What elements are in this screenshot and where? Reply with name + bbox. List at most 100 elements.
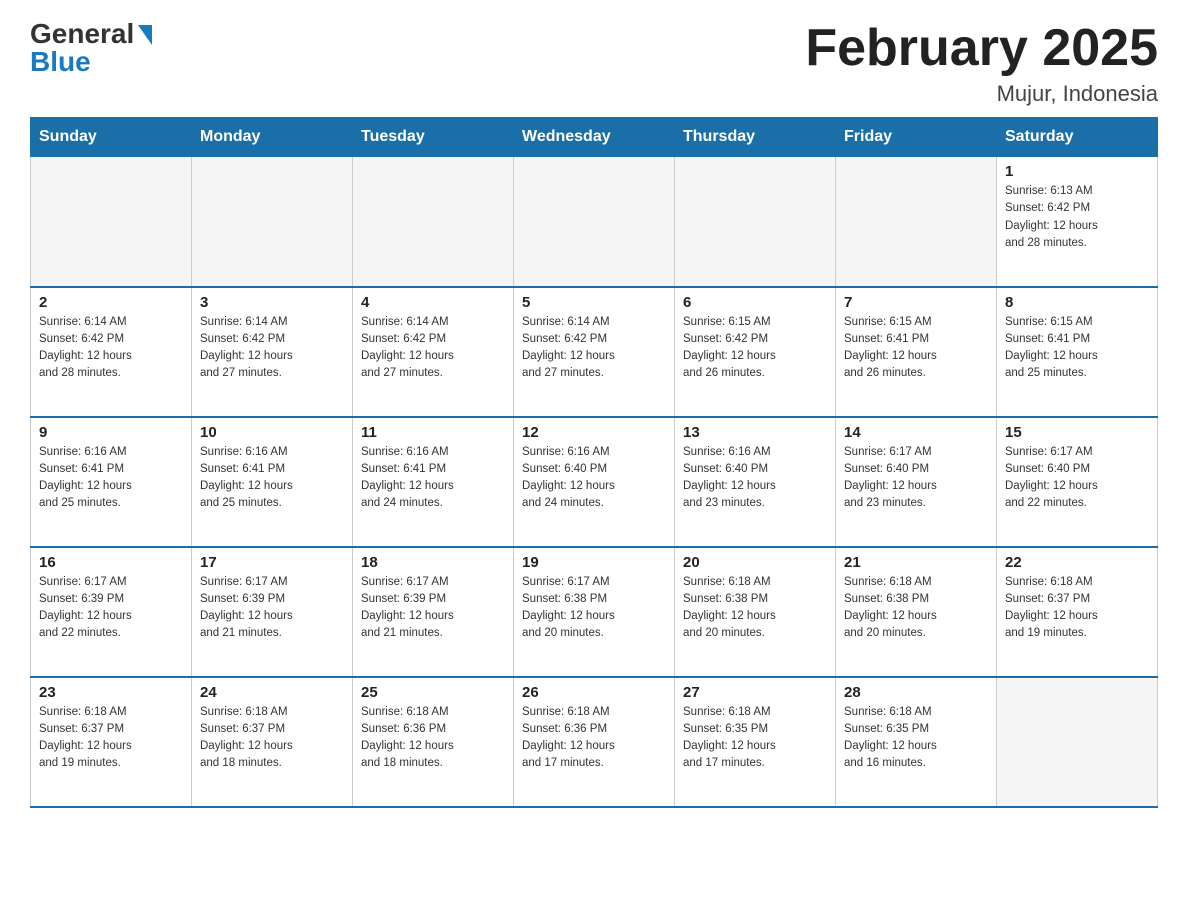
calendar-body: 1 Sunrise: 6:13 AMSunset: 6:42 PMDaylight… <box>31 157 1158 807</box>
calendar-cell: 17 Sunrise: 6:17 AMSunset: 6:39 PMDayligh… <box>192 547 353 677</box>
calendar-title: February 2025 <box>805 20 1158 77</box>
calendar-cell: 16 Sunrise: 6:17 AMSunset: 6:39 PMDayligh… <box>31 547 192 677</box>
calendar-cell <box>353 157 514 287</box>
day-info: Sunrise: 6:17 AMSunset: 6:39 PMDaylight:… <box>361 574 505 643</box>
day-number: 9 <box>39 424 183 441</box>
day-number: 17 <box>200 554 344 571</box>
logo-blue: Blue <box>30 48 91 76</box>
day-info: Sunrise: 6:14 AMSunset: 6:42 PMDaylight:… <box>39 314 183 383</box>
logo-general: General <box>30 20 134 48</box>
calendar-cell: 23Sunrise: 6:18 AMSunset: 6:37 PMDayligh… <box>31 677 192 807</box>
title-block: February 2025 Mujur, Indonesia <box>805 20 1158 107</box>
header-cell-sunday: Sunday <box>31 118 192 157</box>
day-info: Sunrise: 6:17 AMSunset: 6:40 PMDaylight:… <box>1005 444 1149 513</box>
day-info: Sunrise: 6:13 AMSunset: 6:42 PMDaylight:… <box>1005 183 1149 252</box>
day-number: 16 <box>39 554 183 571</box>
calendar-week-3: 9 Sunrise: 6:16 AMSunset: 6:41 PMDaylight… <box>31 417 1158 547</box>
logo: General Blue <box>30 20 152 76</box>
calendar-cell: 2 Sunrise: 6:14 AMSunset: 6:42 PMDaylight… <box>31 287 192 417</box>
day-info: Sunrise: 6:16 AMSunset: 6:41 PMDaylight:… <box>39 444 183 513</box>
day-number: 27 <box>683 684 827 701</box>
day-info: Sunrise: 6:18 AMSunset: 6:36 PMDaylight:… <box>522 704 666 773</box>
calendar-cell: 11Sunrise: 6:16 AMSunset: 6:41 PMDayligh… <box>353 417 514 547</box>
calendar-cell <box>836 157 997 287</box>
calendar-cell: 8 Sunrise: 6:15 AMSunset: 6:41 PMDaylight… <box>997 287 1158 417</box>
day-info: Sunrise: 6:14 AMSunset: 6:42 PMDaylight:… <box>522 314 666 383</box>
day-number: 2 <box>39 294 183 311</box>
calendar-location: Mujur, Indonesia <box>805 81 1158 107</box>
calendar-cell: 21 Sunrise: 6:18 AMSunset: 6:38 PMDayligh… <box>836 547 997 677</box>
calendar-week-1: 1 Sunrise: 6:13 AMSunset: 6:42 PMDaylight… <box>31 157 1158 287</box>
day-info: Sunrise: 6:18 AMSunset: 6:36 PMDaylight:… <box>361 704 505 773</box>
calendar-cell <box>514 157 675 287</box>
page-header: General Blue February 2025 Mujur, Indone… <box>30 20 1158 107</box>
calendar-cell: 15 Sunrise: 6:17 AMSunset: 6:40 PMDayligh… <box>997 417 1158 547</box>
day-info: Sunrise: 6:16 AMSunset: 6:41 PMDaylight:… <box>361 444 505 513</box>
calendar-cell: 24 Sunrise: 6:18 AMSunset: 6:37 PMDayligh… <box>192 677 353 807</box>
day-info: Sunrise: 6:18 AMSunset: 6:38 PMDaylight:… <box>683 574 827 643</box>
day-info: Sunrise: 6:18 AMSunset: 6:37 PMDaylight:… <box>1005 574 1149 643</box>
day-number: 13 <box>683 424 827 441</box>
calendar-cell: 1 Sunrise: 6:13 AMSunset: 6:42 PMDaylight… <box>997 157 1158 287</box>
calendar-week-2: 2 Sunrise: 6:14 AMSunset: 6:42 PMDaylight… <box>31 287 1158 417</box>
day-info: Sunrise: 6:17 AMSunset: 6:39 PMDaylight:… <box>200 574 344 643</box>
calendar-cell: 12Sunrise: 6:16 AMSunset: 6:40 PMDayligh… <box>514 417 675 547</box>
day-number: 25 <box>361 684 505 701</box>
day-info: Sunrise: 6:14 AMSunset: 6:42 PMDaylight:… <box>200 314 344 383</box>
header-row: SundayMondayTuesdayWednesdayThursdayFrid… <box>31 118 1158 157</box>
day-number: 7 <box>844 294 988 311</box>
calendar-table: SundayMondayTuesdayWednesdayThursdayFrid… <box>30 117 1158 808</box>
header-cell-friday: Friday <box>836 118 997 157</box>
calendar-cell <box>997 677 1158 807</box>
calendar-cell: 22 Sunrise: 6:18 AMSunset: 6:37 PMDayligh… <box>997 547 1158 677</box>
day-info: Sunrise: 6:15 AMSunset: 6:41 PMDaylight:… <box>1005 314 1149 383</box>
header-cell-thursday: Thursday <box>675 118 836 157</box>
day-info: Sunrise: 6:17 AMSunset: 6:40 PMDaylight:… <box>844 444 988 513</box>
day-number: 14 <box>844 424 988 441</box>
day-info: Sunrise: 6:17 AMSunset: 6:38 PMDaylight:… <box>522 574 666 643</box>
day-number: 12 <box>522 424 666 441</box>
calendar-cell: 26 Sunrise: 6:18 AMSunset: 6:36 PMDayligh… <box>514 677 675 807</box>
day-number: 15 <box>1005 424 1149 441</box>
day-number: 1 <box>1005 163 1149 180</box>
calendar-cell: 19 Sunrise: 6:17 AMSunset: 6:38 PMDayligh… <box>514 547 675 677</box>
day-info: Sunrise: 6:18 AMSunset: 6:37 PMDaylight:… <box>39 704 183 773</box>
calendar-cell: 13Sunrise: 6:16 AMSunset: 6:40 PMDayligh… <box>675 417 836 547</box>
header-cell-saturday: Saturday <box>997 118 1158 157</box>
calendar-cell: 14 Sunrise: 6:17 AMSunset: 6:40 PMDayligh… <box>836 417 997 547</box>
header-cell-tuesday: Tuesday <box>353 118 514 157</box>
day-number: 5 <box>522 294 666 311</box>
day-info: Sunrise: 6:18 AMSunset: 6:35 PMDaylight:… <box>844 704 988 773</box>
day-number: 3 <box>200 294 344 311</box>
day-info: Sunrise: 6:15 AMSunset: 6:41 PMDaylight:… <box>844 314 988 383</box>
day-number: 4 <box>361 294 505 311</box>
day-number: 19 <box>522 554 666 571</box>
calendar-cell: 27 Sunrise: 6:18 AMSunset: 6:35 PMDayligh… <box>675 677 836 807</box>
calendar-cell: 5 Sunrise: 6:14 AMSunset: 6:42 PMDaylight… <box>514 287 675 417</box>
day-info: Sunrise: 6:18 AMSunset: 6:38 PMDaylight:… <box>844 574 988 643</box>
day-number: 10 <box>200 424 344 441</box>
calendar-week-5: 23Sunrise: 6:18 AMSunset: 6:37 PMDayligh… <box>31 677 1158 807</box>
day-number: 8 <box>1005 294 1149 311</box>
day-number: 22 <box>1005 554 1149 571</box>
day-number: 18 <box>361 554 505 571</box>
day-info: Sunrise: 6:18 AMSunset: 6:37 PMDaylight:… <box>200 704 344 773</box>
calendar-cell: 28Sunrise: 6:18 AMSunset: 6:35 PMDayligh… <box>836 677 997 807</box>
day-number: 24 <box>200 684 344 701</box>
day-info: Sunrise: 6:14 AMSunset: 6:42 PMDaylight:… <box>361 314 505 383</box>
day-number: 26 <box>522 684 666 701</box>
calendar-cell <box>31 157 192 287</box>
day-info: Sunrise: 6:15 AMSunset: 6:42 PMDaylight:… <box>683 314 827 383</box>
calendar-cell: 7 Sunrise: 6:15 AMSunset: 6:41 PMDaylight… <box>836 287 997 417</box>
calendar-cell: 20Sunrise: 6:18 AMSunset: 6:38 PMDayligh… <box>675 547 836 677</box>
calendar-cell <box>675 157 836 287</box>
calendar-cell: 18 Sunrise: 6:17 AMSunset: 6:39 PMDayligh… <box>353 547 514 677</box>
calendar-cell: 10 Sunrise: 6:16 AMSunset: 6:41 PMDayligh… <box>192 417 353 547</box>
day-number: 21 <box>844 554 988 571</box>
header-cell-wednesday: Wednesday <box>514 118 675 157</box>
day-info: Sunrise: 6:18 AMSunset: 6:35 PMDaylight:… <box>683 704 827 773</box>
calendar-cell: 6Sunrise: 6:15 AMSunset: 6:42 PMDaylight… <box>675 287 836 417</box>
calendar-cell: 9 Sunrise: 6:16 AMSunset: 6:41 PMDaylight… <box>31 417 192 547</box>
day-info: Sunrise: 6:17 AMSunset: 6:39 PMDaylight:… <box>39 574 183 643</box>
day-info: Sunrise: 6:16 AMSunset: 6:41 PMDaylight:… <box>200 444 344 513</box>
